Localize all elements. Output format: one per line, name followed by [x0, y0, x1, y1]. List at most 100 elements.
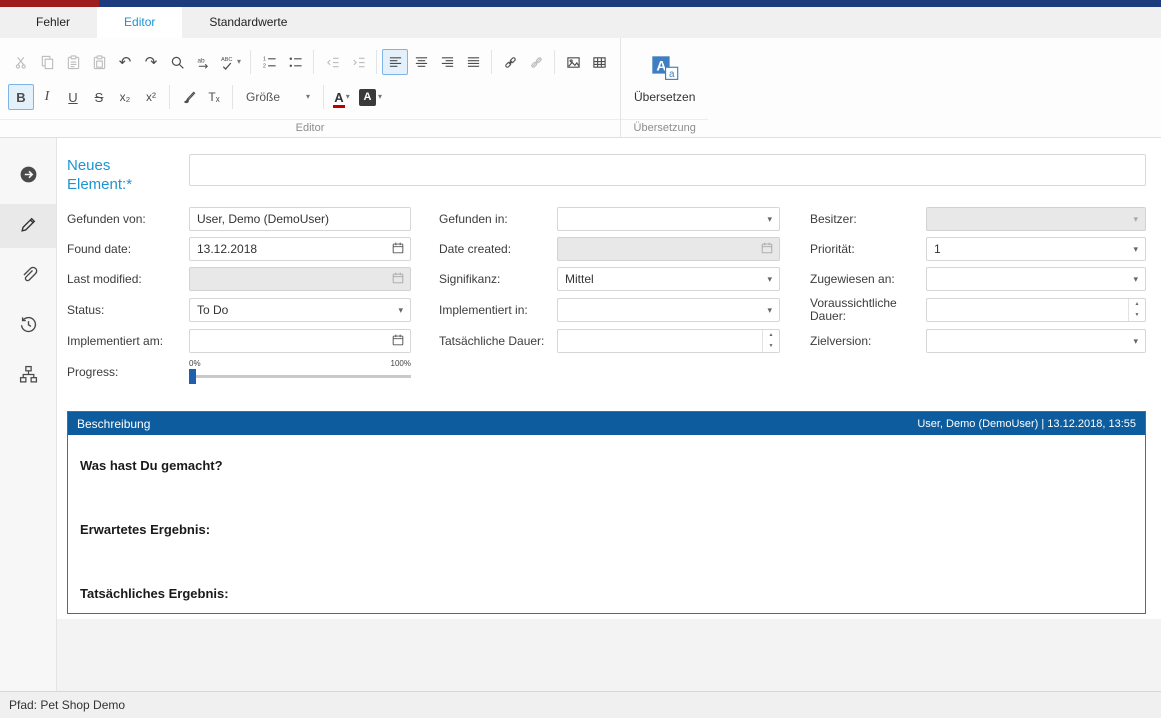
- outdent-button[interactable]: [319, 49, 345, 75]
- insert-link-button[interactable]: [497, 49, 523, 75]
- accent-red-segment: [0, 0, 99, 7]
- ribbon-group-translate: Aa Übersetzen Übersetzung: [621, 38, 708, 137]
- find-replace-button[interactable]: ab: [190, 49, 216, 75]
- tatsaechliche-dauer-input[interactable]: [558, 334, 762, 348]
- tab-editor[interactable]: Editor: [97, 7, 182, 38]
- indent-button[interactable]: [345, 49, 371, 75]
- numbered-list-button[interactable]: 12: [256, 49, 282, 75]
- font-color-button[interactable]: A▾: [329, 84, 355, 110]
- align-center-button[interactable]: [408, 49, 434, 75]
- italic-button[interactable]: I: [34, 84, 60, 110]
- new-element-input[interactable]: [189, 154, 1146, 186]
- font-size-combobox[interactable]: Größe▾: [238, 85, 318, 109]
- found-date-field: [189, 237, 411, 261]
- progress-handle[interactable]: [189, 369, 196, 384]
- tatsaechliche-dauer-spinner: ▲▼: [762, 330, 779, 352]
- status-select[interactable]: To Do▾: [189, 298, 411, 322]
- toolbar-separator: [313, 50, 314, 74]
- spinner-up-button[interactable]: ▲: [1129, 299, 1145, 310]
- subscript-button[interactable]: x₂: [112, 84, 138, 110]
- numbered-list-icon: 12: [262, 55, 277, 70]
- chevron-down-icon: ▾: [378, 93, 382, 101]
- voraussichtliche-dauer-input[interactable]: [927, 303, 1128, 317]
- progress-slider[interactable]: 0% 100%: [189, 359, 411, 385]
- editor-form: Neues Element:* Gefunden von: Gefunden i…: [57, 138, 1161, 691]
- gefunden-in-label: Gefunden in:: [411, 213, 557, 226]
- sidebar-item-history[interactable]: [0, 304, 56, 348]
- undo-icon: ↶: [119, 55, 132, 70]
- redo-button[interactable]: ↷: [138, 49, 164, 75]
- implementiert-in-select[interactable]: ▾: [557, 298, 780, 322]
- fill-color-button[interactable]: A▾: [355, 84, 386, 110]
- content-area: Neues Element:* Gefunden von: Gefunden i…: [0, 138, 1161, 691]
- toolbar-separator: [491, 50, 492, 74]
- implementiert-am-input[interactable]: [190, 334, 386, 348]
- format-painter-button[interactable]: [175, 84, 201, 110]
- app-window: Fehler Editor Standardwerte ↶ ↷ ab ABC▾ …: [0, 0, 1161, 718]
- sidebar-item-hierarchy[interactable]: [0, 354, 56, 398]
- align-right-button[interactable]: [434, 49, 460, 75]
- gefunden-in-select[interactable]: ▾: [557, 207, 780, 231]
- zoom-button[interactable]: [164, 49, 190, 75]
- tab-fehler[interactable]: Fehler: [9, 7, 97, 38]
- new-element-row: Neues Element:*: [67, 154, 1146, 194]
- zielversion-select[interactable]: ▾: [926, 329, 1146, 353]
- history-clock-icon: [19, 315, 38, 337]
- clear-formatting-icon: Tₓ: [208, 90, 219, 104]
- cut-button[interactable]: [8, 49, 34, 75]
- bullet-list-button[interactable]: [282, 49, 308, 75]
- sidebar-item-edit[interactable]: [0, 204, 56, 248]
- spinner-down-button[interactable]: ▼: [1129, 310, 1145, 321]
- signifikanz-select[interactable]: Mittel▾: [557, 267, 780, 291]
- svg-text:ABC: ABC: [221, 57, 233, 63]
- window-accent-bar: [0, 0, 1161, 7]
- description-question-1: Was hast Du gemacht?: [80, 458, 1133, 473]
- insert-table-button[interactable]: [586, 49, 612, 75]
- sitemap-icon: [19, 365, 38, 387]
- align-justify-button[interactable]: [460, 49, 486, 75]
- toolbar-separator: [232, 85, 233, 109]
- gefunden-von-input[interactable]: [190, 212, 410, 226]
- spinner-up-button[interactable]: ▲: [763, 330, 779, 341]
- found-date-input[interactable]: [190, 242, 386, 256]
- besitzer-select[interactable]: ▾: [926, 207, 1146, 231]
- align-left-button[interactable]: [382, 49, 408, 75]
- found-date-label: Found date:: [67, 243, 189, 256]
- superscript-button[interactable]: x²: [138, 84, 164, 110]
- clear-formatting-button[interactable]: Tₓ: [201, 84, 227, 110]
- prioritaet-select[interactable]: 1▾: [926, 237, 1146, 261]
- insert-image-button[interactable]: [560, 49, 586, 75]
- tab-standardwerte[interactable]: Standardwerte: [182, 7, 314, 38]
- found-date-calendar-button[interactable]: [386, 238, 410, 260]
- translate-button[interactable]: Aa Übersetzen: [621, 48, 708, 110]
- undo-button[interactable]: ↶: [112, 49, 138, 75]
- new-element-label: Neues Element:*: [67, 154, 189, 194]
- date-created-label: Date created:: [411, 243, 557, 256]
- sidebar-item-navigate[interactable]: [0, 154, 56, 198]
- ribbon-group-editor: ↶ ↷ ab ABC▾ 12: [0, 38, 620, 137]
- paperclip-icon: [19, 265, 38, 287]
- description-question-2: Erwartetes Ergebnis:: [80, 522, 1133, 537]
- remove-link-button[interactable]: [523, 49, 549, 75]
- strikethrough-button[interactable]: S: [86, 84, 112, 110]
- ribbon-row-2: B I U S x₂ x² Tₓ Größe▾ A▾ A▾: [0, 81, 620, 114]
- svg-text:A: A: [656, 57, 666, 73]
- toolbar-separator: [554, 50, 555, 74]
- bold-button[interactable]: B: [8, 84, 34, 110]
- strikethrough-icon: S: [95, 90, 104, 105]
- spellcheck-button[interactable]: ABC▾: [216, 49, 245, 75]
- align-justify-icon: [466, 55, 481, 70]
- progress-track: [189, 375, 411, 378]
- zugewiesen-an-select[interactable]: ▾: [926, 267, 1146, 291]
- description-editor[interactable]: Was hast Du gemacht? Erwartetes Ergebnis…: [68, 435, 1145, 613]
- spinner-down-button[interactable]: ▼: [763, 341, 779, 352]
- implementiert-am-calendar-button[interactable]: [386, 330, 410, 352]
- underline-button[interactable]: U: [60, 84, 86, 110]
- implementiert-in-label: Implementiert in:: [411, 304, 557, 317]
- paste-text-button[interactable]: [86, 49, 112, 75]
- paste-button[interactable]: [60, 49, 86, 75]
- toolbar-separator: [169, 85, 170, 109]
- chevron-down-icon: ▾: [1133, 337, 1138, 346]
- copy-button[interactable]: [34, 49, 60, 75]
- sidebar-item-attachments[interactable]: [0, 254, 56, 298]
